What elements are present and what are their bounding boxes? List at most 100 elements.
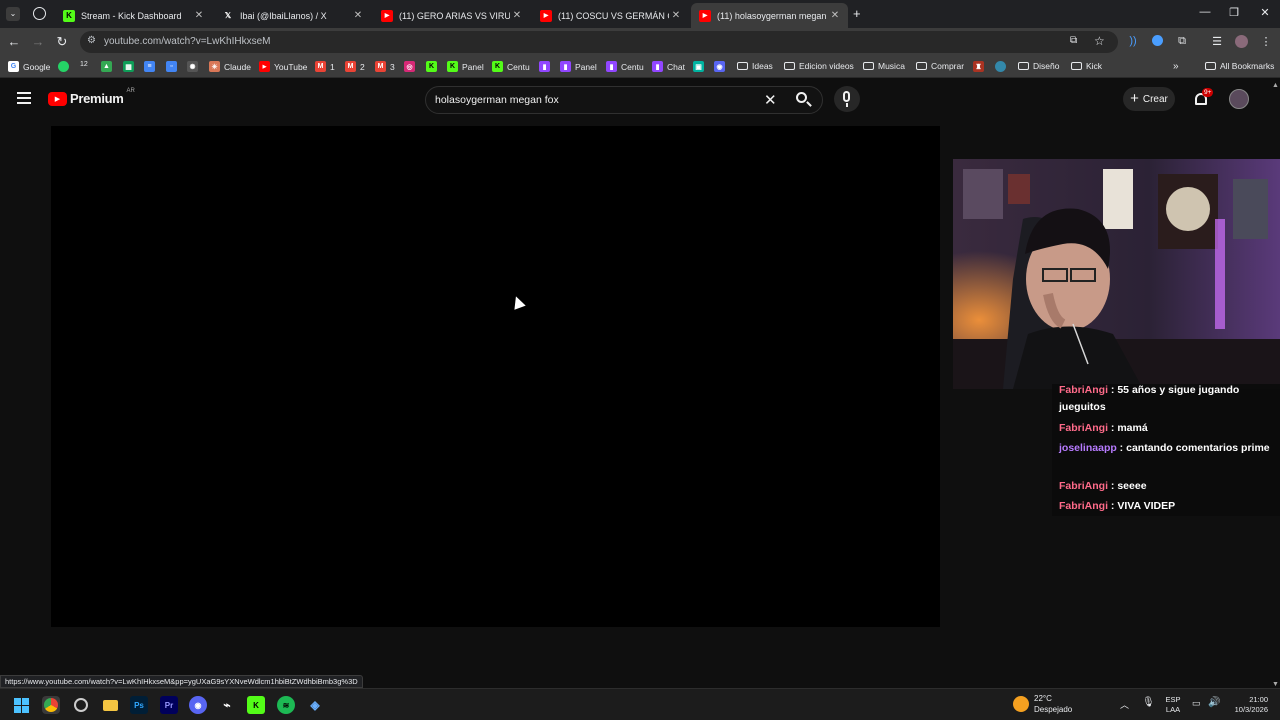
bookmark-drive[interactable]: ▲ — [101, 61, 116, 72]
discord-icon[interactable]: ◉ — [189, 696, 207, 714]
bookmark-kick[interactable]: K — [426, 61, 441, 72]
bookmark-docs[interactable]: ≡ — [144, 61, 159, 72]
bookmark-gmail-1[interactable]: M1 — [315, 61, 335, 72]
video-player[interactable] — [51, 126, 940, 627]
bookmark-folder-edicion[interactable]: Edicion videos — [784, 61, 854, 71]
bookmark-youtube[interactable]: ▶ YouTube — [259, 61, 307, 72]
bookmark-twitch[interactable]: ▮ — [539, 61, 554, 72]
extension-icon[interactable] — [1150, 35, 1164, 49]
profile-avatar[interactable] — [1234, 35, 1248, 49]
bookmark-calendar[interactable]: ▫ — [166, 61, 181, 72]
bookmark-twitch-chat[interactable]: ▮ Chat — [652, 61, 685, 72]
close-icon[interactable]: ✕ — [510, 10, 524, 21]
bookmark-twitch-panel[interactable]: ▮ Panel — [560, 61, 597, 72]
bookmark-sheets[interactable]: ▦ — [123, 61, 138, 72]
all-bookmarks[interactable]: All Bookmarks — [1205, 61, 1274, 71]
voice-search-button[interactable] — [834, 86, 860, 112]
tab-holasoygerman[interactable]: ▶ (11) holasoygerman megan fox ✕ — [691, 3, 848, 28]
menu-icon[interactable]: ⋮ — [1259, 35, 1273, 49]
close-icon[interactable]: ✕ — [669, 10, 683, 21]
account-avatar[interactable] — [1229, 89, 1249, 109]
reading-list-icon[interactable]: ☰ — [1210, 35, 1224, 49]
close-icon[interactable]: ✕ — [351, 10, 365, 21]
bookmark-app-blue[interactable] — [995, 61, 1010, 72]
kick-icon[interactable]: K — [247, 696, 265, 714]
forward-button[interactable]: → — [30, 34, 46, 49]
app-icon[interactable] — [72, 696, 90, 714]
microphone-icon[interactable]: 🎙 — [1142, 697, 1155, 708]
windows-start-icon[interactable] — [12, 696, 30, 714]
network-icon[interactable]: ▭ — [1192, 698, 1201, 709]
bookmark-whatsapp[interactable] — [58, 61, 73, 72]
bookmark-kick-centu[interactable]: K Centu — [492, 61, 530, 72]
bookmark-openai[interactable]: ✺ — [187, 61, 202, 72]
minimize-button[interactable]: — — [1190, 6, 1220, 18]
capcut-icon[interactable]: ⌁ — [218, 696, 236, 714]
bookmark-app-red[interactable]: ♜ — [973, 61, 988, 72]
reload-button[interactable]: ↻ — [54, 34, 70, 50]
restore-button[interactable]: ❐ — [1219, 6, 1249, 19]
site-info-icon[interactable]: ⚙ — [87, 35, 96, 46]
chrome-icon[interactable] — [42, 696, 60, 714]
photoshop-icon[interactable]: Ps — [130, 696, 148, 714]
whatsapp-pinned-tab[interactable] — [33, 7, 46, 20]
bookmark-folder-comprar[interactable]: Comprar — [916, 61, 964, 71]
language-indicator[interactable]: ESP LAA — [1162, 695, 1184, 715]
install-app-icon[interactable]: ⧉ — [1070, 35, 1077, 46]
extensions-puzzle-icon[interactable]: ⧉ — [1175, 35, 1189, 49]
bookmark-star-icon[interactable]: ☆ — [1094, 34, 1105, 48]
tab-kick-dashboard[interactable]: K Stream - Kick Dashboard ✕ — [55, 3, 212, 28]
new-tab-button[interactable]: + — [853, 6, 861, 21]
youtube-premium-logo[interactable]: ▶ Premium AR — [48, 88, 135, 106]
bookmark-gmail-2[interactable]: M2 — [345, 61, 365, 72]
youtube-icon: ▶ — [381, 9, 393, 22]
create-button[interactable]: + Crear — [1123, 87, 1175, 111]
close-icon[interactable]: ✕ — [192, 10, 206, 21]
youtube-icon: ▶ — [259, 61, 270, 72]
app-icon[interactable]: ◈ — [306, 696, 324, 714]
bookmark-counter[interactable]: 12 — [80, 61, 88, 68]
tab-coscu[interactable]: ▶ (11) COSCU VS GERMÁN GARM ✕ — [532, 3, 689, 28]
close-window-button[interactable]: ✕ — [1250, 6, 1280, 19]
search-icon[interactable] — [792, 91, 816, 109]
bookmark-google[interactable]: G Google — [8, 61, 50, 72]
file-explorer-icon[interactable] — [101, 696, 119, 714]
back-button[interactable]: ← — [6, 34, 22, 49]
bookmark-kick-panel[interactable]: K Panel — [447, 61, 484, 72]
weather-temp: 22°C — [1034, 694, 1052, 703]
tab-ibai-x[interactable]: 𝕏 Ibai (@IbaiLlanos) / X ✕ — [214, 3, 371, 28]
bookmark-folder-ideas[interactable]: Ideas — [737, 61, 773, 71]
bookmark-instagram[interactable]: ◎ — [404, 61, 419, 72]
premiere-icon[interactable]: Pr — [160, 696, 178, 714]
spotify-icon[interactable]: ≋ — [277, 696, 295, 714]
bookmark-app[interactable]: ▣ — [693, 61, 708, 72]
notifications-button[interactable]: 9+ — [1193, 88, 1214, 109]
address-bar[interactable]: ⚙ youtube.com/watch?v=LwKhIHkxseM ⧉ ☆ — [80, 31, 1118, 53]
search-input[interactable]: holasoygerman megan fox ✕ — [425, 86, 823, 114]
bookmark-gmail-3[interactable]: M3 — [375, 61, 395, 72]
bookmark-discord[interactable]: ◉ — [714, 61, 729, 72]
tab-gero-arias[interactable]: ▶ (11) GERO ARIAS VS VIRUZZ | C ✕ — [373, 3, 530, 28]
clear-search-icon[interactable]: ✕ — [764, 91, 777, 109]
bookmarks-overflow-icon[interactable]: » — [1173, 61, 1179, 72]
bookmark-label: 12 — [80, 61, 88, 68]
bookmark-folder-kick[interactable]: Kick — [1071, 61, 1102, 71]
bookmark-twitch-centu[interactable]: ▮ Centu — [606, 61, 644, 72]
tab-search-button[interactable]: ⌄ — [6, 7, 20, 21]
chat-username: FabriAngi — [1059, 384, 1108, 396]
search-query[interactable]: holasoygerman megan fox — [435, 94, 559, 106]
bookmark-claude[interactable]: ✳ Claude — [209, 61, 251, 72]
weather-widget[interactable]: 22°C Despejado — [1013, 692, 1083, 718]
url-text[interactable]: youtube.com/watch?v=LwKhIHkxseM — [104, 36, 270, 47]
hamburger-menu-icon[interactable] — [17, 92, 31, 104]
tray-overflow-icon[interactable]: ︿ — [1120, 698, 1129, 711]
bookmark-folder-musica[interactable]: Musica — [863, 61, 905, 71]
plus-icon: + — [1130, 90, 1139, 107]
folder-icon — [916, 62, 927, 70]
bookmark-folder-diseno[interactable]: Diseño — [1018, 61, 1059, 71]
extension-icon[interactable]: )) — [1126, 35, 1140, 49]
close-icon[interactable]: ✕ — [828, 10, 842, 21]
clock[interactable]: 21:00 10/3/2026 — [1224, 695, 1268, 715]
youtube-icon: ▶ — [540, 9, 552, 22]
volume-icon[interactable]: 🔊 — [1208, 697, 1220, 708]
